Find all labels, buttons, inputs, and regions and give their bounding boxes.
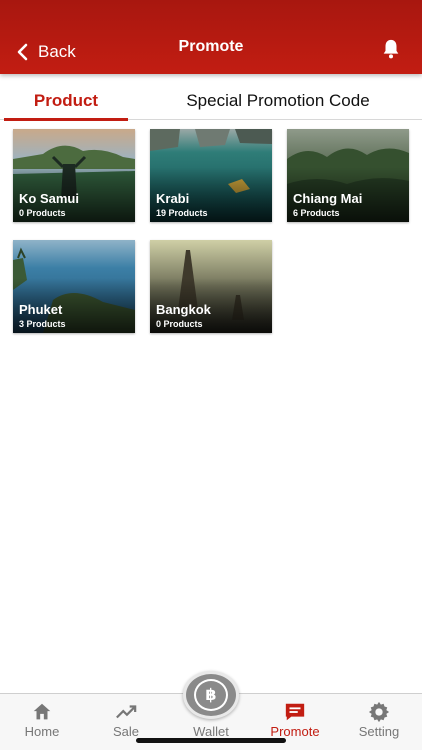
tab-label: Wallet (193, 724, 229, 739)
tab-setting[interactable]: Setting (337, 694, 421, 750)
tab-label: Sale (112, 724, 140, 739)
destination-card-bangkok[interactable]: Bangkok 0 Products (150, 240, 272, 333)
baht-coin-icon: ฿ (194, 679, 228, 711)
tab-special-promotion-code[interactable]: Special Promotion Code (148, 86, 408, 120)
wallet-button[interactable]: ฿ (183, 671, 239, 719)
trending-up-icon (116, 705, 137, 719)
product-count: 6 Products (293, 208, 340, 218)
destination-name: Bangkok (156, 302, 211, 317)
product-count: 19 Products (156, 208, 208, 218)
home-icon (33, 703, 51, 720)
destination-card-ko-samui[interactable]: Ko Samui 0 Products (13, 129, 135, 222)
chat-icon (285, 703, 305, 721)
tab-product[interactable]: Product (4, 86, 128, 121)
tab-label: Promote (270, 724, 320, 739)
destination-card-phuket[interactable]: Phuket 3 Products (13, 240, 135, 333)
product-count: 0 Products (156, 319, 203, 329)
destination-name: Chiang Mai (293, 191, 363, 206)
page-title: Promote (178, 38, 244, 55)
destination-name: Phuket (19, 302, 63, 317)
tab-home[interactable]: Home (0, 694, 84, 750)
destination-card-krabi[interactable]: Krabi 19 Products (150, 129, 272, 222)
home-indicator (136, 738, 286, 743)
tab-bar-top: Product Special Promotion Code (0, 86, 422, 121)
product-count: 3 Products (19, 319, 66, 329)
tab-label: Setting (358, 724, 400, 739)
app-header: Back Promote (0, 0, 422, 74)
product-count: 0 Products (19, 208, 66, 218)
bell-icon[interactable] (380, 38, 402, 60)
destination-card-chiang-mai[interactable]: Chiang Mai 6 Products (287, 129, 409, 222)
gear-icon (368, 701, 390, 723)
destination-name: Ko Samui (19, 191, 79, 206)
destination-name: Krabi (156, 191, 190, 206)
tab-label: Home (24, 724, 60, 739)
